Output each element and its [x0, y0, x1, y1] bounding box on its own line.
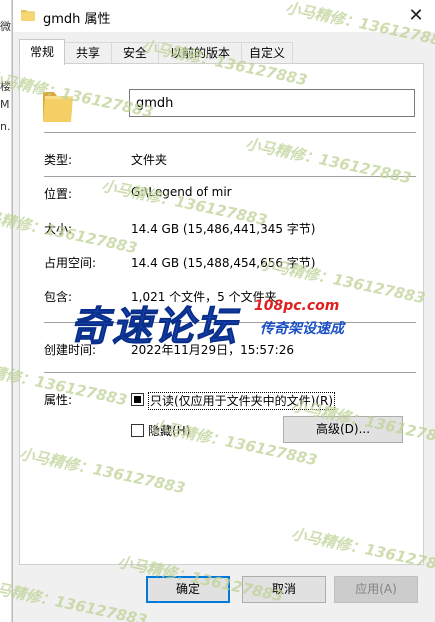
background-window-text: n. [0, 120, 11, 133]
folder-icon [43, 92, 73, 122]
hidden-checkbox[interactable] [131, 424, 144, 437]
window-title: gmdh 属性 [43, 12, 111, 27]
title-bar[interactable]: gmdh 属性 ✕ [13, 0, 435, 32]
ok-button[interactable]: 确定 [146, 576, 230, 603]
folder-name-input[interactable] [129, 89, 415, 117]
background-window-text: M [0, 98, 10, 111]
close-icon: ✕ [408, 5, 424, 26]
type-value: 文件夹 [131, 153, 168, 167]
tab-security[interactable]: 安全 [111, 42, 159, 64]
location-value: G:\Legend of mir [131, 185, 232, 199]
readonly-checkbox-row[interactable]: 只读(仅应用于文件夹中的文件)(R) [131, 392, 336, 410]
apply-button[interactable]: 应用(A) [334, 576, 418, 603]
size-on-disk-label: 占用空间: [44, 256, 97, 270]
folder-icon [21, 10, 35, 21]
divider [44, 372, 416, 373]
hidden-checkbox-row[interactable]: 隐藏(H) [131, 423, 211, 441]
divider [44, 322, 416, 323]
size-label: 大小: [44, 222, 73, 236]
tab-previous-versions[interactable]: 以前的版本 [158, 42, 242, 64]
tab-customize[interactable]: 自定义 [241, 42, 293, 64]
background-window-text: 楼 [0, 80, 11, 93]
created-label: 创建时间: [44, 343, 97, 357]
attributes-label: 属性: [44, 393, 73, 407]
background-window: 微 楼 M n. [0, 0, 12, 622]
created-value: 2022年11月29日，15:57:26 [131, 343, 294, 357]
advanced-button[interactable]: 高级(D)... [283, 416, 403, 443]
close-button[interactable]: ✕ [404, 4, 428, 28]
background-window-text: 微 [0, 20, 11, 33]
tab-sharing[interactable]: 共享 [64, 42, 112, 64]
cancel-button[interactable]: 取消 [242, 576, 326, 603]
type-label: 类型: [44, 153, 73, 167]
divider [44, 132, 416, 133]
hidden-label: 隐藏(H) [148, 424, 191, 438]
readonly-checkbox[interactable] [131, 393, 144, 406]
readonly-label: 只读(仅应用于文件夹中的文件)(R) [148, 392, 336, 410]
size-on-disk-value: 14.4 GB (15,488,454,656 字节) [131, 256, 316, 270]
properties-dialog: gmdh 属性 ✕ 常规 共享 安全 以前的版本 自定义 类型: 文件夹 位置:… [12, 0, 435, 622]
general-tab-panel [19, 63, 424, 565]
divider [44, 176, 416, 177]
tab-general[interactable]: 常规 [19, 39, 65, 65]
contains-label: 包含: [44, 290, 73, 304]
contains-value: 1,021 个文件，5 个文件夹 [131, 290, 277, 304]
location-label: 位置: [44, 187, 73, 201]
size-value: 14.4 GB (15,486,441,345 字节) [131, 222, 316, 236]
